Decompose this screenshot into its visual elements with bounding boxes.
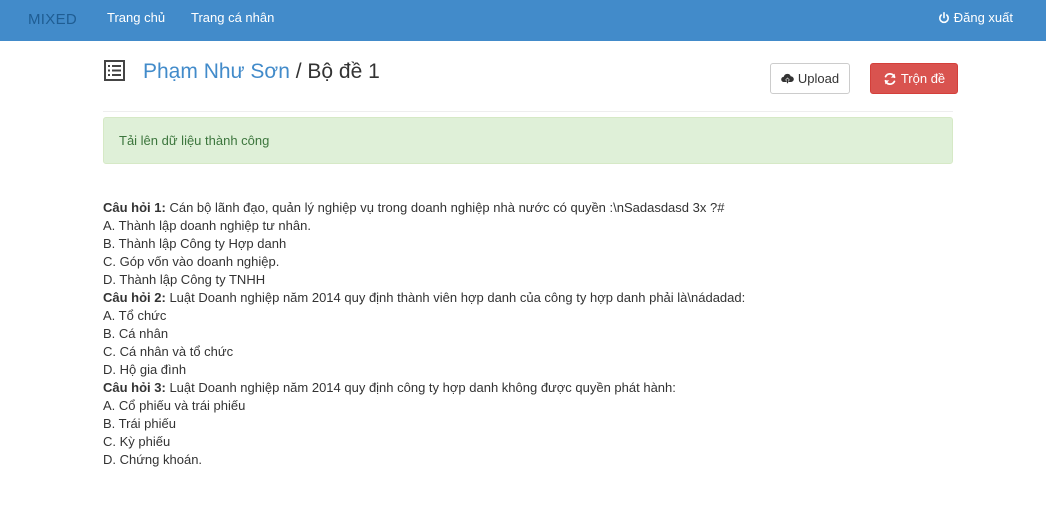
question-text: Câu hỏi 2: Luật Doanh nghiệp năm 2014 qu… — [103, 289, 963, 307]
question-item: Câu hỏi 3: Luật Doanh nghiệp năm 2014 qu… — [103, 379, 963, 469]
answer-option: D. Hộ gia đình — [103, 362, 187, 377]
brand-logo[interactable]: MIXED — [28, 11, 77, 28]
answer-option: D. Thành lập Công ty TNHH — [103, 272, 266, 287]
answer-option: A. Thành lập doanh nghiệp tư nhân. — [103, 218, 311, 233]
refresh-icon — [884, 72, 896, 85]
question-item: Câu hỏi 1: Cán bộ lãnh đạo, quản lý nghi… — [103, 199, 963, 289]
question-item: Câu hỏi 2: Luật Doanh nghiệp năm 2014 qu… — [103, 289, 963, 379]
title-separator: / — [289, 60, 308, 83]
shuffle-button[interactable]: Trộn đề — [870, 63, 958, 94]
answer-option: C. Góp vốn vào doanh nghiệp. — [103, 254, 280, 269]
page-title: Phạm Như Sơn / Bộ đề 1 — [143, 60, 380, 84]
author-link[interactable]: Phạm Như Sơn — [143, 60, 290, 83]
navbar: MIXED Trang chủ Trang cá nhân Đăng xuất — [0, 0, 1046, 41]
power-icon — [938, 11, 949, 23]
cloud-upload-icon — [781, 73, 794, 84]
question-body: Luật Doanh nghiệp năm 2014 quy định thàn… — [165, 290, 746, 305]
question-text: Câu hỏi 3: Luật Doanh nghiệp năm 2014 qu… — [103, 379, 963, 397]
question-body: Cán bộ lãnh đạo, quản lý nghiệp vụ trong… — [165, 200, 725, 215]
question-body: Luật Doanh nghiệp năm 2014 quy định công… — [165, 380, 676, 395]
question-set-name: Bộ đề 1 — [307, 60, 380, 83]
question-label: Câu hỏi 3: — [103, 380, 166, 395]
answer-option: B. Cá nhân — [103, 326, 169, 341]
nav-link-home[interactable]: Trang chủ — [107, 10, 165, 25]
answer-option: A. Cổ phiếu và trái phiếu — [103, 398, 246, 413]
upload-button[interactable]: Upload — [770, 63, 850, 94]
logout-button[interactable]: Đăng xuất — [938, 10, 1013, 25]
list-icon — [104, 60, 125, 81]
shuffle-label: Trộn đề — [900, 71, 946, 86]
answer-option: C. Kỳ phiếu — [103, 434, 171, 449]
answer-option: D. Chứng khoán. — [103, 452, 203, 467]
question-label: Câu hỏi 2: — [103, 290, 166, 305]
question-list: Câu hỏi 1: Cán bộ lãnh đạo, quản lý nghi… — [103, 199, 963, 469]
alert-message: Tải lên dữ liệu thành công — [119, 133, 270, 148]
header-divider — [103, 111, 953, 112]
answer-option: B. Thành lập Công ty Hợp danh — [103, 236, 287, 251]
answer-option: B. Trái phiếu — [103, 416, 176, 431]
question-text: Câu hỏi 1: Cán bộ lãnh đạo, quản lý nghi… — [103, 199, 963, 217]
answer-option: C. Cá nhân và tổ chức — [103, 344, 234, 359]
answer-option: A. Tổ chức — [103, 308, 167, 323]
upload-label: Upload — [797, 71, 840, 86]
success-alert: Tải lên dữ liệu thành công — [103, 117, 953, 164]
question-label: Câu hỏi 1: — [103, 200, 166, 215]
logout-label: Đăng xuất — [953, 10, 1013, 25]
nav-link-profile[interactable]: Trang cá nhân — [191, 10, 274, 25]
